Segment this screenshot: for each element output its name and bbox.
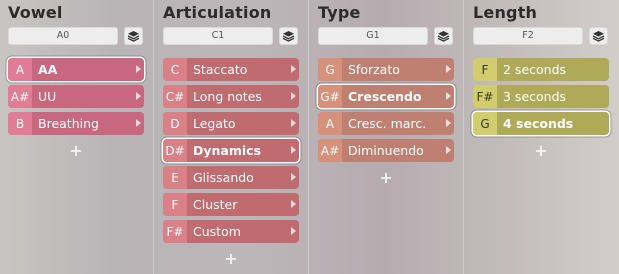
chevron-right-icon[interactable] xyxy=(291,146,296,154)
item-label: Sforzato xyxy=(348,62,400,77)
item-label: Long notes xyxy=(193,89,262,104)
note-label: A# xyxy=(8,85,32,108)
chevron-right-icon[interactable] xyxy=(446,92,451,100)
layers-icon xyxy=(437,27,450,46)
vowel-list: A AA A# UU B Breathing xyxy=(8,58,144,139)
length-key-field[interactable]: F2 xyxy=(473,27,583,45)
vowel-column: Vowel A0 A AA A# UU B Breathing + xyxy=(0,0,154,274)
articulation-item-glissando[interactable]: E Glissando xyxy=(163,166,299,189)
item-label: Legato xyxy=(193,116,236,131)
length-item-3-seconds[interactable]: F# 3 seconds xyxy=(473,85,609,108)
articulation-column: Articulation C1 C Staccato C# Long notes… xyxy=(155,0,309,274)
chevron-right-icon[interactable] xyxy=(291,173,296,181)
articulation-item-legato[interactable]: D Legato xyxy=(163,112,299,135)
chevron-right-icon[interactable] xyxy=(136,119,141,127)
note-label: C xyxy=(163,58,187,81)
type-layers-button[interactable] xyxy=(434,27,453,45)
type-title: Type xyxy=(318,3,361,22)
articulation-item-staccato[interactable]: C Staccato xyxy=(163,58,299,81)
length-layers-button[interactable] xyxy=(589,27,608,45)
length-list: F 2 seconds F# 3 seconds G 4 seconds xyxy=(473,58,609,139)
item-label: AA xyxy=(38,62,58,77)
type-item-crescendo[interactable]: G# Crescendo xyxy=(318,85,454,108)
articulation-add-button[interactable]: + xyxy=(221,249,241,268)
note-label: B xyxy=(8,112,32,135)
chevron-right-icon[interactable] xyxy=(136,92,141,100)
layers-icon xyxy=(127,27,140,46)
type-key-field[interactable]: G1 xyxy=(318,27,428,45)
chevron-right-icon[interactable] xyxy=(446,65,451,73)
chevron-right-icon[interactable] xyxy=(446,119,451,127)
length-title: Length xyxy=(473,3,538,22)
item-label: UU xyxy=(38,89,57,104)
item-label: Cluster xyxy=(193,197,238,212)
articulation-item-long-notes[interactable]: C# Long notes xyxy=(163,85,299,108)
layers-icon xyxy=(592,27,605,46)
articulation-item-custom[interactable]: F# Custom xyxy=(163,220,299,243)
note-label: A# xyxy=(318,139,342,162)
item-label: 2 seconds xyxy=(503,62,567,77)
item-label: 3 seconds xyxy=(503,89,567,104)
vowel-layers-button[interactable] xyxy=(124,27,143,45)
articulation-item-dynamics[interactable]: D# Dynamics xyxy=(163,139,299,162)
item-label: Glissando xyxy=(193,170,254,185)
item-label: Dynamics xyxy=(193,143,262,158)
item-label: Breathing xyxy=(38,116,99,131)
note-label: A xyxy=(318,112,342,135)
type-add-button[interactable]: + xyxy=(376,168,396,187)
note-label: G xyxy=(473,112,497,135)
chevron-right-icon[interactable] xyxy=(136,65,141,73)
type-column: Type G1 G Sforzato G# Crescendo A Cresc.… xyxy=(310,0,464,274)
note-label: D# xyxy=(163,139,187,162)
item-label: Cresc. marc. xyxy=(348,116,427,131)
length-add-button[interactable]: + xyxy=(531,141,551,160)
vowel-item-breathing[interactable]: B Breathing xyxy=(8,112,144,135)
articulation-item-cluster[interactable]: F Cluster xyxy=(163,193,299,216)
item-label: 4 seconds xyxy=(503,116,574,131)
type-item-cresc-marc[interactable]: A Cresc. marc. xyxy=(318,112,454,135)
articulation-layers-button[interactable] xyxy=(279,27,298,45)
chevron-right-icon[interactable] xyxy=(446,146,451,154)
length-column: Length F2 F 2 seconds F# 3 seconds G 4 s… xyxy=(465,0,619,274)
vowel-title: Vowel xyxy=(8,3,63,22)
articulation-map-panel: Vowel A0 A AA A# UU B Breathing + Articu… xyxy=(0,0,619,274)
note-label: C# xyxy=(163,85,187,108)
note-label: A xyxy=(8,58,32,81)
length-item-2-seconds[interactable]: F 2 seconds xyxy=(473,58,609,81)
note-label: F xyxy=(473,58,497,81)
layers-icon xyxy=(282,27,295,46)
item-label: Custom xyxy=(193,224,241,239)
chevron-right-icon[interactable] xyxy=(291,65,296,73)
chevron-right-icon[interactable] xyxy=(291,119,296,127)
note-label: F xyxy=(163,193,187,216)
type-list: G Sforzato G# Crescendo A Cresc. marc. A… xyxy=(318,58,454,166)
chevron-right-icon[interactable] xyxy=(291,200,296,208)
type-item-sforzato[interactable]: G Sforzato xyxy=(318,58,454,81)
length-item-4-seconds[interactable]: G 4 seconds xyxy=(473,112,609,135)
note-label: F# xyxy=(163,220,187,243)
type-item-diminuendo[interactable]: A# Diminuendo xyxy=(318,139,454,162)
articulation-key-field[interactable]: C1 xyxy=(163,27,273,45)
articulation-title: Articulation xyxy=(163,3,272,22)
vowel-item-uu[interactable]: A# UU xyxy=(8,85,144,108)
item-label: Crescendo xyxy=(348,89,422,104)
note-label: F# xyxy=(473,85,497,108)
note-label: D xyxy=(163,112,187,135)
vowel-add-button[interactable]: + xyxy=(66,141,86,160)
chevron-right-icon[interactable] xyxy=(291,227,296,235)
vowel-key-field[interactable]: A0 xyxy=(8,27,118,45)
note-label: E xyxy=(163,166,187,189)
item-label: Staccato xyxy=(193,62,248,77)
articulation-list: C Staccato C# Long notes D Legato D# Dyn… xyxy=(163,58,299,247)
note-label: G# xyxy=(318,85,342,108)
note-label: G xyxy=(318,58,342,81)
vowel-item-aa[interactable]: A AA xyxy=(8,58,144,81)
item-label: Diminuendo xyxy=(348,143,424,158)
chevron-right-icon[interactable] xyxy=(291,92,296,100)
